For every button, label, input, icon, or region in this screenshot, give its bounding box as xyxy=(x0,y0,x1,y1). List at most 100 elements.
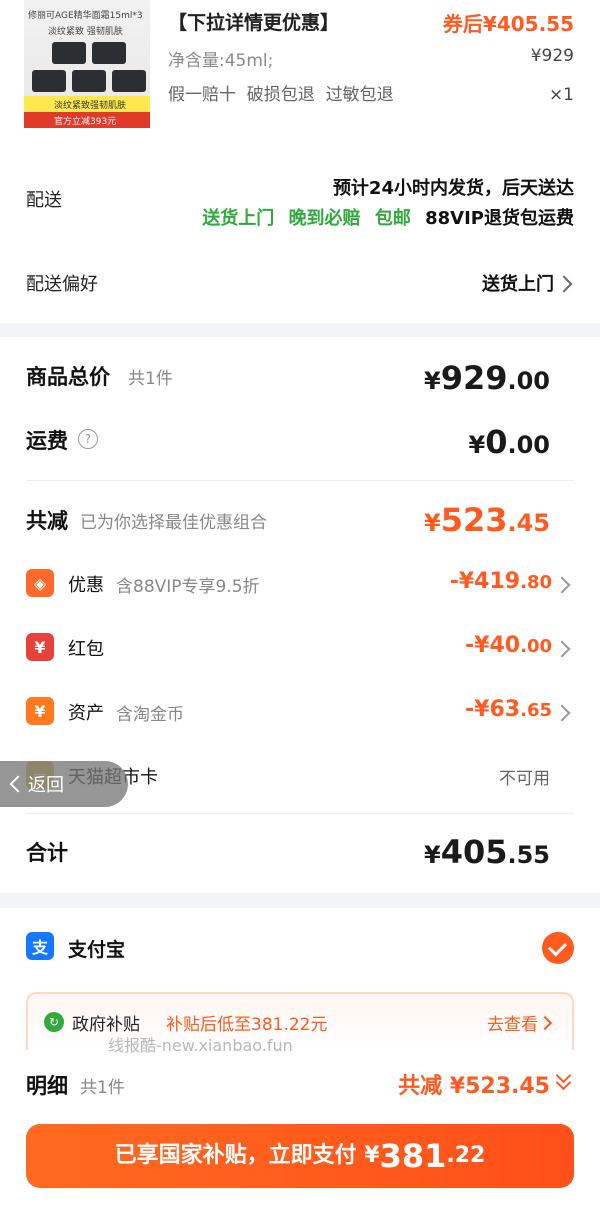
redpacket-row[interactable]: ¥ 红包 -¥40.00 xyxy=(0,629,600,669)
card-value: 不可用 xyxy=(499,769,550,789)
delivery-pref-value: 送货上门 xyxy=(482,274,554,295)
asset-value-dec: .65 xyxy=(520,700,552,721)
detail-count: 共1件 xyxy=(80,1078,125,1098)
total-count: 共1件 xyxy=(128,369,173,389)
shipping-price: ¥0.00 xyxy=(469,423,550,461)
asset-value-main: -¥63 xyxy=(465,697,521,722)
chevron-right-icon xyxy=(555,275,573,293)
sum-row: 合计 ¥405.55 xyxy=(0,833,600,873)
product-card: 修丽可AGE精华面霜15ml*3 淡纹紧致 强韧肌肤 淡纹紧致强韧肌肤 官方立减… xyxy=(0,0,600,323)
selected-check-icon[interactable] xyxy=(542,932,574,964)
redpacket-value-dec: .00 xyxy=(520,636,552,657)
discount-row[interactable]: ◈ 优惠 含88VIP专享9.5折 -¥419.80 xyxy=(0,565,600,605)
coupon-tag-icon: ◈ xyxy=(26,569,54,597)
detail-label: 明细 xyxy=(26,1074,68,1098)
sum-dec: .55 xyxy=(507,841,550,869)
reduce-label: 共减 xyxy=(26,509,68,533)
asset-row[interactable]: ¥ 资产 含淘金币 -¥63.65 xyxy=(0,693,600,733)
total-dec: .00 xyxy=(507,367,550,395)
alipay-icon: 支 xyxy=(26,932,54,960)
reduce-dec: .45 xyxy=(507,509,550,537)
sum-label: 合计 xyxy=(26,841,68,865)
pay-button[interactable]: 已享国家补贴，立即支付 ¥381.22 xyxy=(26,1124,574,1188)
chevron-right-icon xyxy=(553,640,571,658)
tag-door-delivery: 送货上门 xyxy=(202,208,275,229)
total-label: 商品总价 xyxy=(26,365,110,389)
chevron-left-icon xyxy=(9,775,27,793)
shipping-int: 0 xyxy=(485,423,508,461)
detail-reduce: 共减 ¥523.45 xyxy=(398,1074,550,1099)
asset-note: 含淘金币 xyxy=(116,705,184,725)
delivery-pref-label: 配送偏好 xyxy=(26,274,98,295)
shipping-dec: .00 xyxy=(507,431,550,459)
product-image-strip: 淡纹紧致强韧肌肤 xyxy=(24,96,150,112)
total-yen: ¥ xyxy=(423,367,441,395)
product-image-top-text: 修丽可AGE精华面霜15ml*3 xyxy=(28,11,143,21)
redpacket-label: 红包 xyxy=(68,639,104,660)
chevron-right-icon xyxy=(537,1015,553,1031)
product-image-strip-text: 淡纹紧致强韧肌肤 xyxy=(54,101,127,111)
yen-coin-icon: ¥ xyxy=(26,697,54,725)
delivery-label: 配送 xyxy=(26,190,62,211)
sum-int: 405 xyxy=(440,833,508,871)
red-packet-icon: ¥ xyxy=(26,633,54,661)
product-guarantees: 假一赔十 破损包退 过敏包退 xyxy=(168,85,394,105)
shipping-row: 运费 ? ¥0.00 xyxy=(0,423,600,463)
reduce-int: 523 xyxy=(440,501,508,539)
tag-late-compensation: 晚到必赔 xyxy=(288,208,361,229)
price-summary-card: 商品总价 共1件 ¥929.00 运费 ? ¥0.00 共减 已为你选择最佳优惠… xyxy=(0,337,600,893)
product-spec[interactable]: 净含量:45ml; xyxy=(168,46,273,71)
discount-value-main: -¥419 xyxy=(449,569,521,594)
watermark-text: 线报酷-new.xianbao.fun xyxy=(108,1036,293,1055)
product-image-bottom-strip: 官方立减393元 xyxy=(24,112,150,128)
detail-row[interactable]: 明细 共1件 共减 ¥523.45 xyxy=(0,1060,600,1104)
original-price: ¥929 xyxy=(530,46,574,66)
jar-icon xyxy=(52,42,86,64)
shipping-label: 运费 xyxy=(26,429,68,453)
reduce-yen: ¥ xyxy=(423,509,441,537)
redpacket-value-main: -¥40 xyxy=(465,633,521,658)
jar-icon xyxy=(72,70,106,92)
subsidy-icon: ↻ xyxy=(44,1012,64,1032)
asset-label: 资产 xyxy=(68,703,104,724)
subsidy-box[interactable]: ↻ 政府补贴 补贴后低至381.22元 去查看 线报酷-new.xianbao.… xyxy=(26,992,574,1055)
pay-dec: .22 xyxy=(446,1143,486,1168)
sum-price: ¥405.55 xyxy=(424,833,550,871)
coupon-price: 券后¥405.55 xyxy=(442,12,574,36)
asset-value: -¥63.65 xyxy=(465,697,552,722)
shipping-yen: ¥ xyxy=(468,431,486,459)
reduce-note: 已为你选择最佳优惠组合 xyxy=(80,513,267,533)
total-reduce-row: 共减 已为你选择最佳优惠组合 ¥523.45 xyxy=(0,501,600,541)
tag-vip-return: 88VIP退货包运费 xyxy=(425,208,574,229)
alipay-row[interactable]: 支 支付宝 xyxy=(0,928,600,968)
pay-int: 381 xyxy=(379,1137,447,1175)
discount-value-dec: .80 xyxy=(520,572,552,593)
total-price: ¥929.00 xyxy=(424,359,550,397)
delivery-pref-row[interactable]: 配送偏好 送货上门 xyxy=(0,262,600,302)
jar-icon xyxy=(112,70,146,92)
total-int: 929 xyxy=(440,359,508,397)
help-icon[interactable]: ? xyxy=(78,429,98,449)
payment-method: 支付宝 xyxy=(68,939,126,961)
product-image-bottom-text: 官方立减393元 xyxy=(54,117,117,127)
product-title[interactable]: 【下拉详情更优惠】 xyxy=(168,8,339,35)
delivery-tags: 送货上门 晚到必赔 包邮 88VIP退货包运费 xyxy=(202,204,574,230)
sum-yen: ¥ xyxy=(423,841,441,869)
jar-icon xyxy=(32,70,66,92)
redpacket-value: -¥40.00 xyxy=(465,633,552,658)
divider xyxy=(26,480,574,481)
delivery-estimate: 预计24小时内发货，后天送达 xyxy=(332,178,574,199)
discount-label: 优惠 xyxy=(68,575,104,596)
product-quantity: ×1 xyxy=(548,85,574,105)
product-image-mid-text: 淡纹紧致 强韧肌肤 xyxy=(48,27,123,37)
product-image[interactable]: 修丽可AGE精华面霜15ml*3 淡纹紧致 强韧肌肤 淡纹紧致强韧肌肤 官方立减… xyxy=(24,0,150,128)
divider xyxy=(26,813,574,814)
chevron-right-icon xyxy=(553,576,571,594)
back-button[interactable]: 返回 xyxy=(0,761,128,807)
total-price-row: 商品总价 共1件 ¥929.00 xyxy=(0,359,600,399)
subsidy-link[interactable]: 去查看 xyxy=(487,1010,538,1035)
payment-card: 支 支付宝 ↻ 政府补贴 补贴后低至381.22元 去查看 线报酷-new.xi… xyxy=(0,908,600,1212)
jar-icon xyxy=(92,42,126,64)
reduce-price: ¥523.45 xyxy=(424,501,550,539)
back-label: 返回 xyxy=(28,775,64,796)
